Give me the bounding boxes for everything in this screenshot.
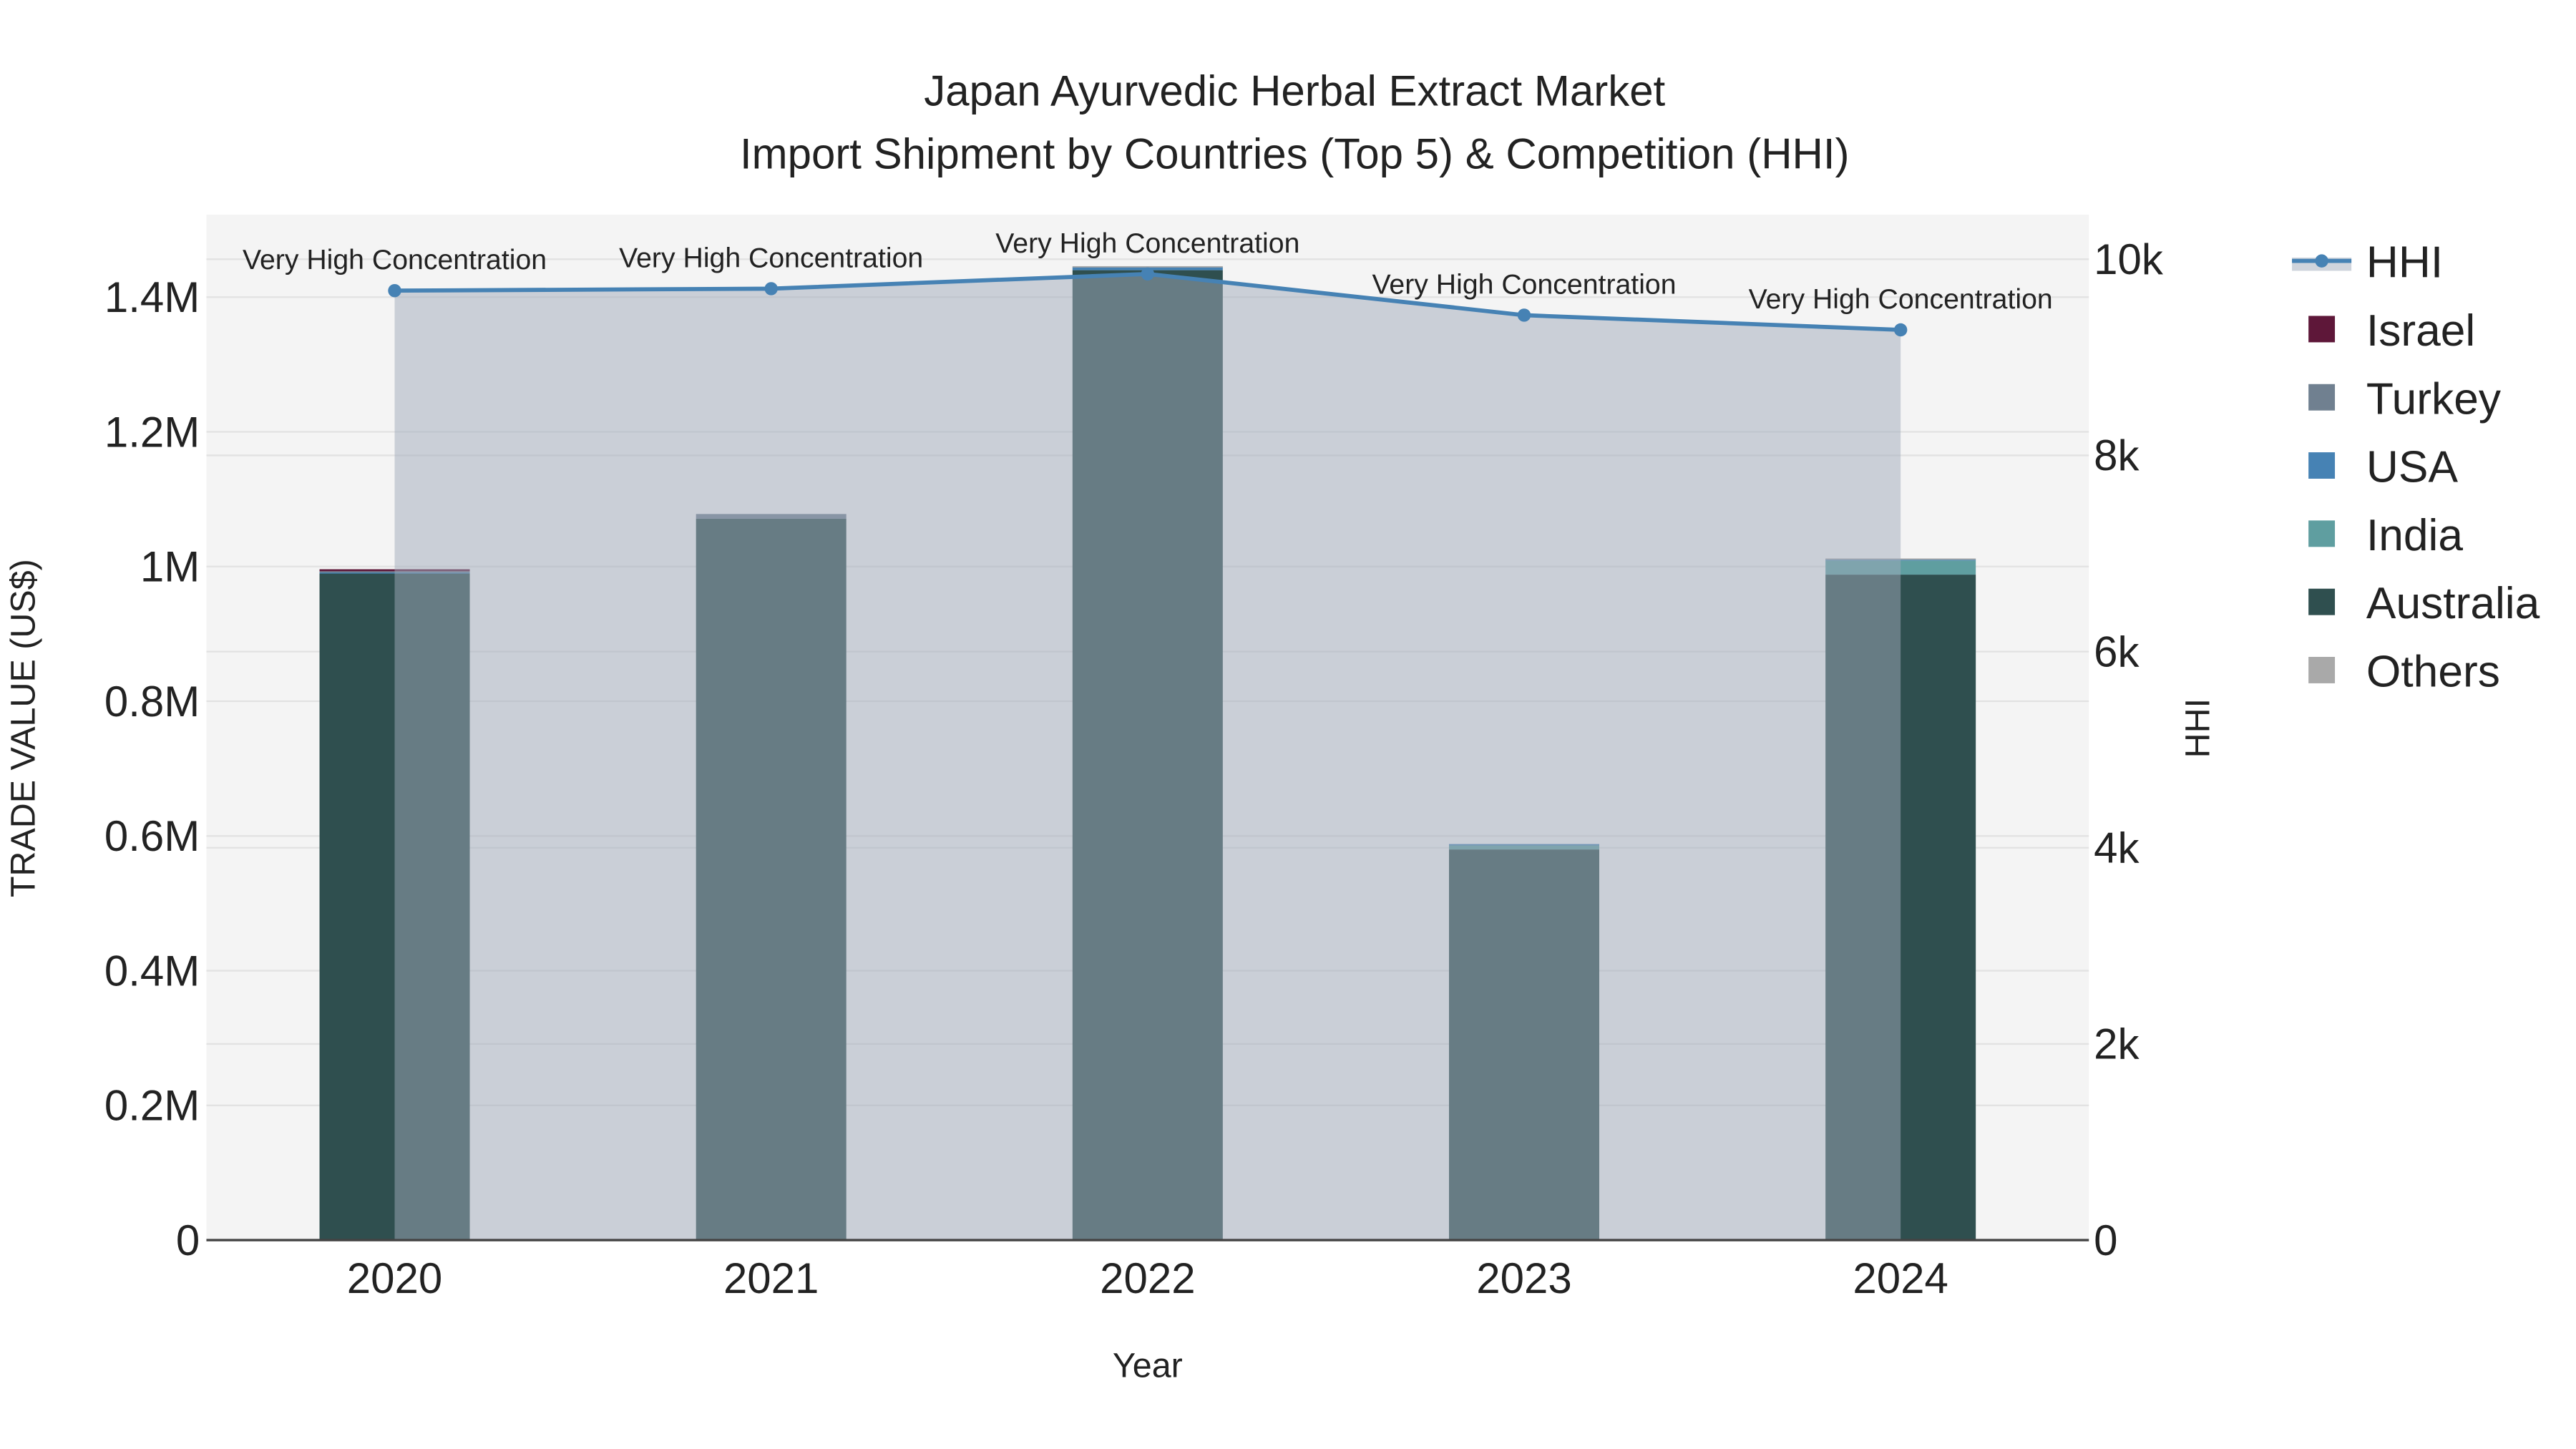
y-tick-label: 0.2M: [104, 1082, 200, 1130]
hhi-annotation: Very High Concentration: [1372, 268, 1676, 300]
y-tick-label: 1.2M: [104, 408, 200, 456]
hhi-annotation: Very High Concentration: [995, 228, 1299, 259]
legend-swatch-israel: [2308, 316, 2336, 343]
legend-label-usa: USA: [2366, 443, 2459, 492]
y-tick-label: 1M: [140, 543, 200, 591]
hhi-annotation: Very High Concentration: [243, 244, 547, 275]
legend: HHI Israel Turkey USA India Australia Others: [2292, 238, 2540, 697]
y2-tick-label: 4k: [2094, 824, 2140, 872]
legend-label-india: India: [2366, 511, 2463, 560]
legend-swatch-australia: [2308, 588, 2336, 615]
y2-tick-label: 0: [2094, 1216, 2117, 1264]
legend-swatch-india: [2308, 520, 2336, 547]
y-axis-label: TRADE VALUE (US$): [4, 559, 42, 897]
x-tick-label: 2022: [1100, 1254, 1195, 1302]
hhi-annotation: Very High Concentration: [1749, 283, 2053, 315]
legend-label-hhi: HHI: [2366, 238, 2443, 288]
legend-swatch-others: [2308, 657, 2336, 683]
y2-axis-ticks: 0 2k 4k 6k 8k 10k: [2094, 235, 2164, 1264]
hhi-point: [764, 282, 778, 296]
y-tick-label: 0: [176, 1216, 200, 1264]
x-tick-label: 2023: [1476, 1254, 1571, 1302]
y-tick-label: 0.6M: [104, 812, 200, 860]
y2-tick-label: 10k: [2094, 235, 2164, 283]
hhi-annotation: Very High Concentration: [619, 242, 923, 273]
legend-label-turkey: Turkey: [2366, 374, 2502, 424]
legend-label-australia: Australia: [2366, 579, 2540, 628]
y-tick-label: 0.8M: [104, 678, 200, 726]
y-tick-label: 0.4M: [104, 947, 200, 995]
chart: Very High Concentration Very High Concent…: [4, 67, 2540, 1385]
chart-title: Japan Ayurvedic Herbal Extract Market: [924, 67, 1665, 115]
y2-tick-label: 2k: [2094, 1020, 2140, 1068]
hhi-point: [1141, 267, 1155, 281]
legend-swatch-turkey: [2308, 384, 2336, 411]
x-axis-ticks: 2020 2021 2022 2023 2024: [347, 1254, 1948, 1302]
y2-axis-label: HHI: [2179, 698, 2218, 758]
legend-label-others: Others: [2366, 648, 2500, 697]
hhi-fill-overlay: [394, 273, 1901, 1241]
hhi-point: [1517, 308, 1531, 322]
bar-others-2022: [1072, 265, 1223, 268]
chart-subtitle: Import Shipment by Countries (Top 5) & C…: [740, 130, 1850, 177]
legend-label-israel: Israel: [2366, 306, 2475, 356]
y2-tick-label: 6k: [2094, 628, 2140, 675]
y-axis-ticks: 0 0.2M 0.4M 0.6M 0.8M 1M 1.2M 1.4M: [104, 273, 200, 1264]
x-tick-label: 2024: [1853, 1254, 1948, 1302]
x-axis-label: Year: [1113, 1347, 1183, 1385]
x-tick-label: 2021: [723, 1254, 819, 1302]
x-tick-label: 2020: [347, 1254, 442, 1302]
legend-swatch-usa: [2308, 452, 2336, 479]
hhi-area-fill: [394, 273, 1901, 1241]
y2-tick-label: 8k: [2094, 431, 2140, 479]
y-tick-label: 1.4M: [104, 273, 200, 321]
legend-swatch-hhi-marker: [2315, 254, 2328, 268]
hhi-point: [1893, 323, 1908, 337]
hhi-point: [388, 283, 401, 298]
